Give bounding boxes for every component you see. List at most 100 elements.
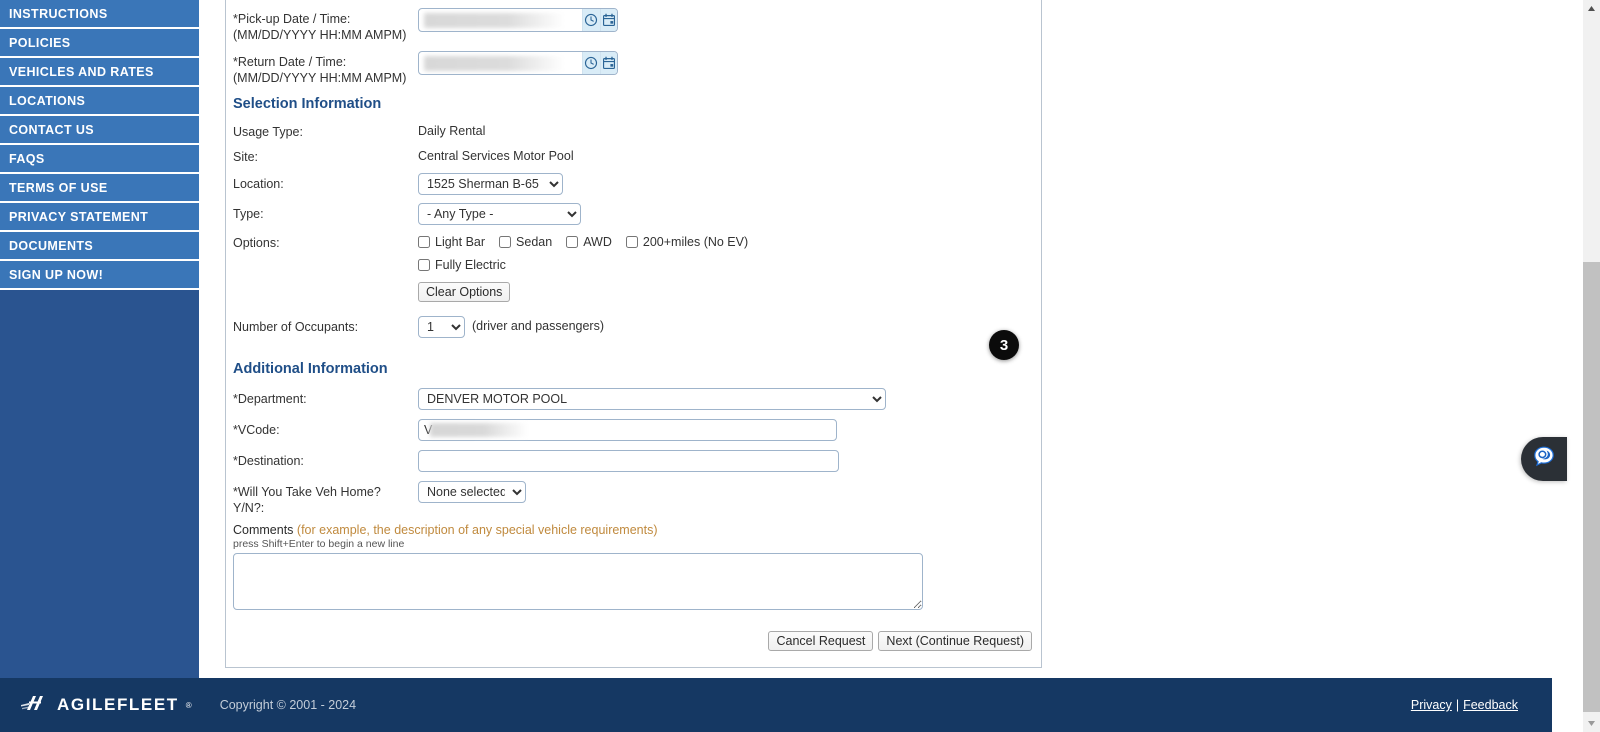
calendar-icon[interactable]: [599, 52, 617, 74]
site-value: Central Services Motor Pool: [418, 149, 574, 163]
agilefleet-logo-text: AGILEFLEET: [57, 695, 179, 714]
return-date-input[interactable]: [419, 54, 582, 68]
option-light-bar-label: Light Bar: [435, 235, 486, 249]
take-home-label: *Will You Take Veh Home? Y/N?:: [233, 485, 381, 515]
sidebar-item-sign-up-now[interactable]: SIGN UP NOW!: [0, 261, 199, 290]
reservation-request-form: *Pick-up Date / Time: (MM/DD/YYYY HH:MM …: [225, 0, 1042, 668]
vcode-input[interactable]: [418, 419, 837, 441]
sidebar-item-label: FAQS: [9, 151, 45, 166]
sidebar-item-contact-us[interactable]: CONTACT US: [0, 116, 199, 145]
cancel-request-button[interactable]: Cancel Request: [768, 631, 874, 651]
vcode-label: *VCode:: [233, 423, 280, 437]
return-date-field-group[interactable]: [418, 51, 618, 75]
comments-textarea[interactable]: [233, 553, 923, 610]
sidebar-nav: INSTRUCTIONS POLICIES VEHICLES AND RATES…: [0, 0, 199, 678]
sidebar-item-policies[interactable]: POLICIES: [0, 29, 199, 58]
sidebar-item-locations[interactable]: LOCATIONS: [0, 87, 199, 116]
take-home-row: *Will You Take Veh Home? Y/N?: None sele…: [226, 481, 1041, 516]
sidebar-item-instructions[interactable]: INSTRUCTIONS: [0, 0, 199, 29]
sidebar-item-faqs[interactable]: FAQS: [0, 145, 199, 174]
options-line-2: Fully Electric: [418, 255, 756, 272]
page-footer: AGILEFLEET ® Copyright © 2001 - 2024 Pri…: [0, 678, 1552, 732]
sidebar-item-label: TERMS OF USE: [9, 180, 108, 195]
occupants-select[interactable]: 1: [418, 316, 465, 338]
option-200-miles-no-ev-checkbox[interactable]: [625, 236, 638, 248]
department-label: *Department:: [233, 392, 307, 406]
clear-options-wrap: Clear Options: [418, 282, 756, 302]
option-fully-electric[interactable]: Fully Electric: [418, 258, 506, 272]
pickup-date-row: *Pick-up Date / Time: (MM/DD/YYYY HH:MM …: [226, 8, 1041, 43]
chat-widget-button[interactable]: [1521, 437, 1567, 481]
scrollbar-down-arrow-icon[interactable]: [1583, 715, 1600, 732]
footer-links: Privacy | Feedback: [1411, 698, 1518, 712]
location-select[interactable]: 1525 Sherman B-65: [418, 173, 563, 195]
pickup-date-input[interactable]: [419, 11, 582, 25]
clock-icon[interactable]: [582, 9, 600, 31]
location-label: Location:: [233, 177, 284, 191]
agilefleet-logo: AGILEFLEET ®: [20, 693, 192, 718]
take-home-select[interactable]: None selected: [418, 481, 526, 503]
option-sedan-label: Sedan: [516, 235, 553, 249]
pickup-date-label: *Pick-up Date / Time: (MM/DD/YYYY HH:MM …: [233, 8, 418, 43]
sidebar-item-label: VEHICLES AND RATES: [9, 64, 154, 79]
sidebar-item-documents[interactable]: DOCUMENTS: [0, 232, 199, 261]
option-200-miles-no-ev[interactable]: 200+miles (No EV): [625, 235, 749, 249]
department-select[interactable]: DENVER MOTOR POOL: [418, 388, 886, 410]
option-light-bar[interactable]: Light Bar: [418, 235, 485, 249]
option-sedan-checkbox[interactable]: [499, 236, 512, 248]
vcode-input-wrap: [418, 419, 837, 441]
chat-bubble-icon: [1531, 444, 1557, 475]
option-fully-electric-checkbox[interactable]: [418, 259, 430, 271]
footer-link-separator: |: [1455, 698, 1460, 712]
return-date-label: *Return Date / Time: (MM/DD/YYYY HH:MM A…: [233, 51, 418, 86]
comments-shift-hint: press Shift+Enter to begin a new line: [233, 538, 405, 550]
site-row: Site: Central Services Motor Pool: [226, 146, 1041, 165]
browser-scrollbar[interactable]: [1583, 0, 1600, 732]
option-sedan[interactable]: Sedan: [499, 235, 552, 249]
sidebar-item-privacy-statement[interactable]: PRIVACY STATEMENT: [0, 203, 199, 232]
comments-label: Comments: [233, 523, 294, 537]
destination-label: *Destination:: [233, 454, 304, 468]
site-label: Site:: [233, 150, 259, 164]
usage-type-row: Usage Type: Daily Rental: [226, 121, 1041, 140]
return-date-format-hint: (MM/DD/YYYY HH:MM AMPM): [233, 71, 407, 85]
options-row: Options: Light Bar Sedan AWD 200+miles (…: [226, 232, 1041, 302]
selection-information-heading: Selection Information: [233, 96, 382, 112]
comments-hint: (for example, the description of any spe…: [296, 523, 658, 537]
sidebar-item-label: PRIVACY STATEMENT: [9, 209, 149, 224]
next-continue-request-button[interactable]: Next (Continue Request): [878, 631, 1032, 651]
sidebar-item-label: LOCATIONS: [9, 93, 86, 108]
type-select[interactable]: - Any Type -: [418, 203, 581, 225]
options-group: Light Bar Sedan AWD 200+miles (No EV) Fu…: [418, 232, 756, 302]
pickup-date-field-group[interactable]: [418, 8, 618, 32]
privacy-link[interactable]: Privacy: [1411, 698, 1452, 712]
pickup-date-input-wrap: [419, 9, 582, 31]
occupants-label: Number of Occupants:: [233, 320, 359, 334]
agilefleet-mark-icon: [20, 693, 50, 718]
sidebar-item-label: POLICIES: [9, 35, 71, 50]
scrollbar-up-arrow-icon[interactable]: [1583, 0, 1600, 17]
copyright-text: Copyright © 2001 - 2024: [219, 698, 357, 712]
sidebar-item-vehicles-and-rates[interactable]: VEHICLES AND RATES: [0, 58, 199, 87]
pickup-date-format-hint: (MM/DD/YYYY HH:MM AMPM): [233, 28, 407, 42]
clear-options-button[interactable]: Clear Options: [418, 282, 511, 302]
sidebar-item-terms-of-use[interactable]: TERMS OF USE: [0, 174, 199, 203]
options-label: Options:: [233, 236, 280, 250]
feedback-link[interactable]: Feedback: [1463, 698, 1518, 712]
clock-icon[interactable]: [582, 52, 600, 74]
comments-label-line: Comments (for example, the description o…: [226, 516, 1041, 537]
main-content: *Pick-up Date / Time: (MM/DD/YYYY HH:MM …: [199, 0, 1552, 678]
calendar-icon[interactable]: [599, 9, 617, 31]
option-awd[interactable]: AWD: [566, 235, 612, 249]
option-200-miles-no-ev-label: 200+miles (No EV): [642, 235, 749, 249]
destination-row: *Destination:: [226, 450, 1041, 472]
occupants-row: Number of Occupants: 1 (driver and passe…: [226, 316, 1041, 338]
destination-input[interactable]: [418, 450, 839, 472]
vcode-row: *VCode:: [226, 419, 1041, 441]
sidebar-item-label: CONTACT US: [9, 122, 95, 137]
scrollbar-thumb[interactable]: [1583, 262, 1600, 712]
option-awd-checkbox[interactable]: [566, 236, 579, 248]
sidebar-item-label: DOCUMENTS: [9, 238, 94, 253]
option-awd-label: AWD: [583, 235, 612, 249]
option-light-bar-checkbox[interactable]: [418, 236, 430, 248]
